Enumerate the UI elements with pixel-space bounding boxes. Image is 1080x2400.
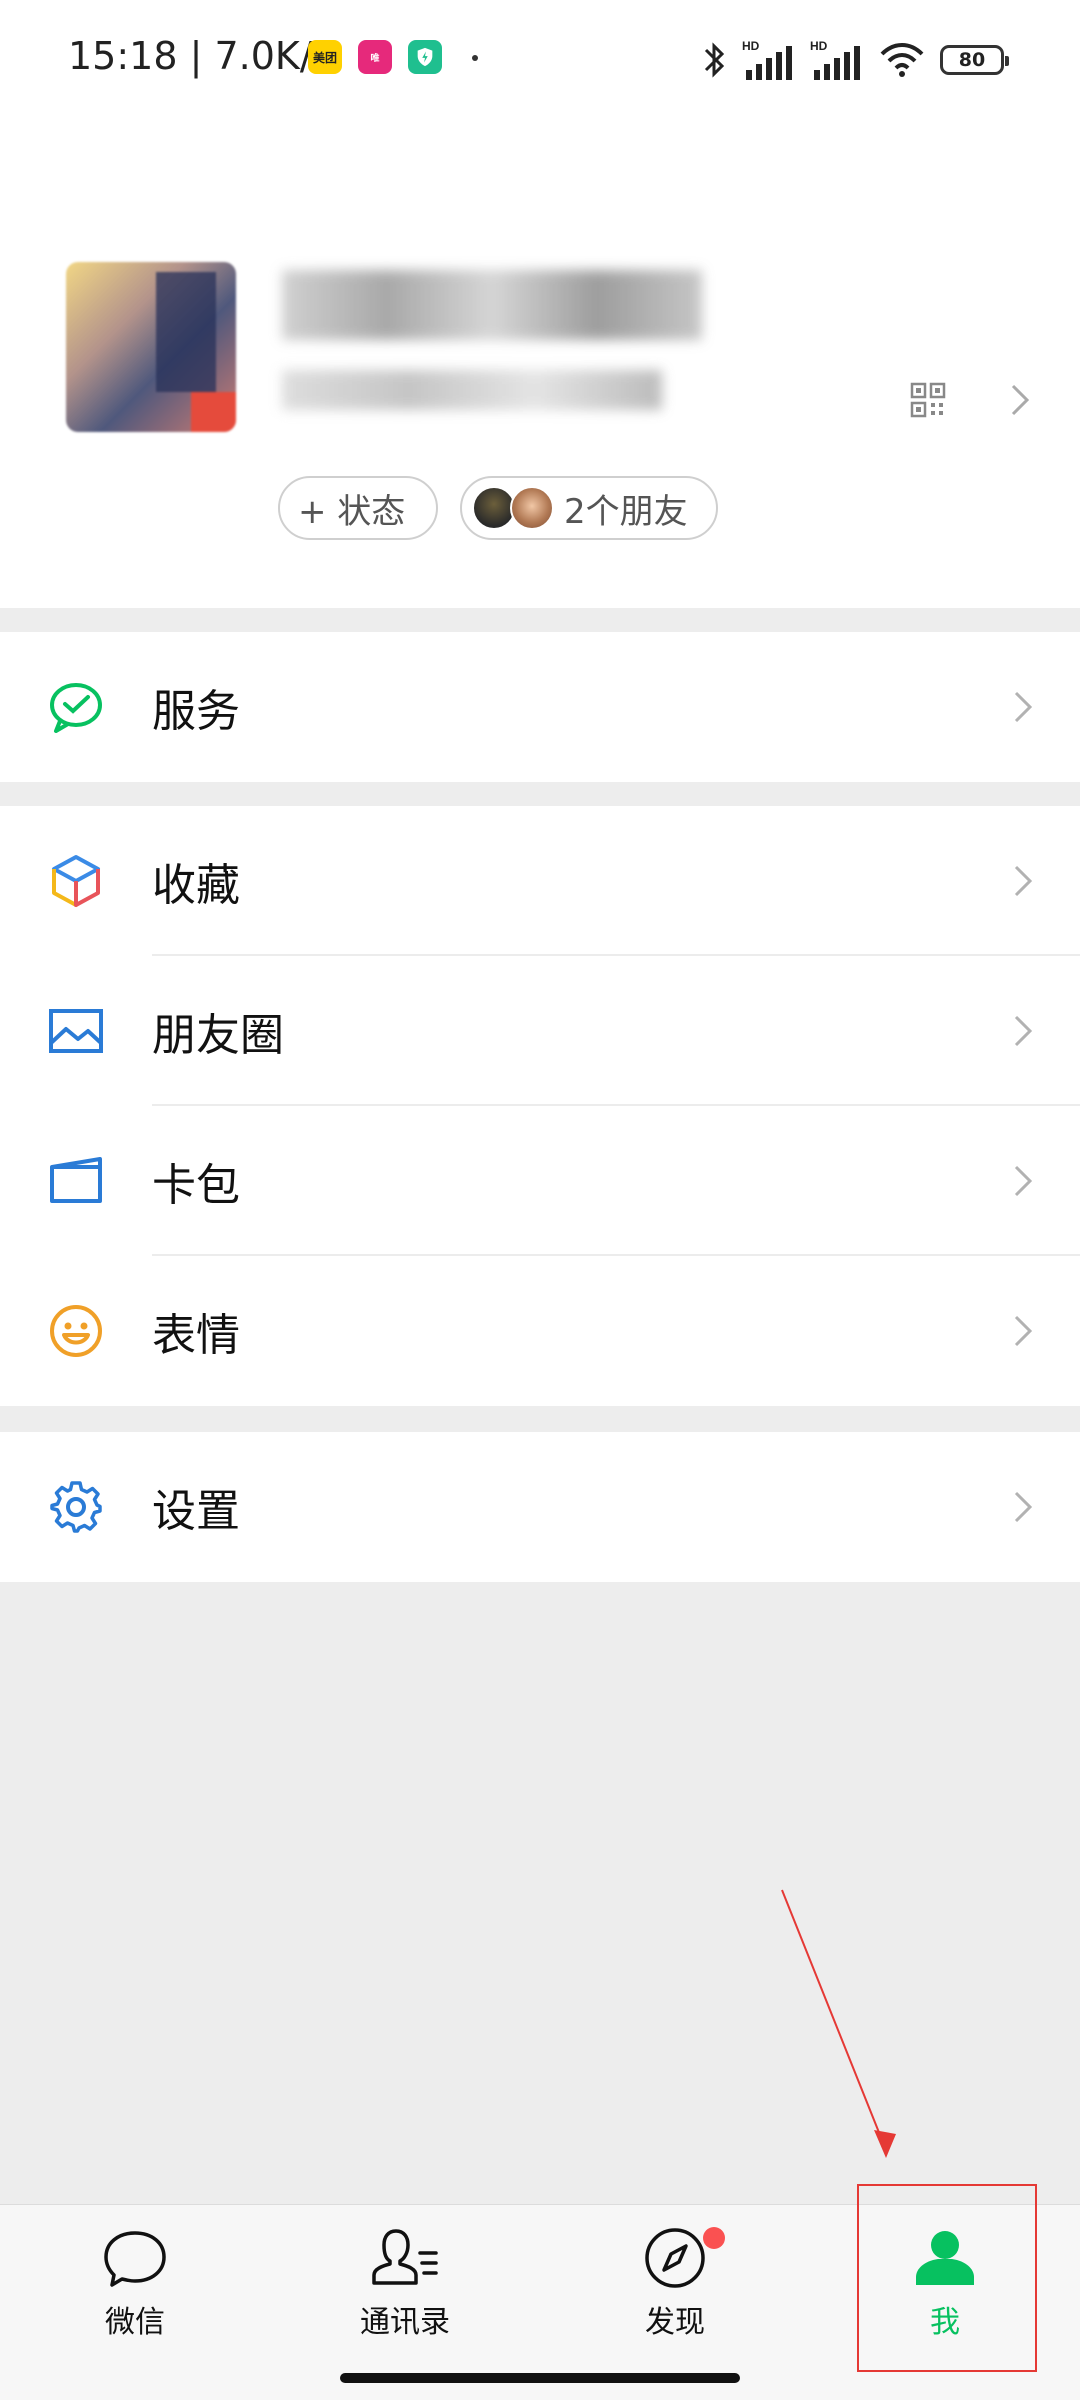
menu-item-label: 表情	[152, 1310, 240, 1361]
tab-chats[interactable]: 微信	[35, 2225, 235, 2355]
chat-bubble-icon	[104, 2231, 166, 2287]
menu-item-label: 卡包	[152, 1160, 240, 1211]
profile-header[interactable]: + 状态 2个朋友	[0, 120, 1080, 608]
chevron-right-icon	[1014, 865, 1033, 897]
status-right: HD HD 80	[700, 30, 1009, 90]
menu-item-label: 设置	[152, 1486, 240, 1537]
qr-code-icon[interactable]	[910, 382, 946, 418]
vipshop-app-icon: 唯	[358, 40, 392, 74]
meituan-app-icon: 美团	[308, 40, 342, 74]
chevron-right-icon	[1014, 1491, 1033, 1523]
signal-hd-icon: HD	[742, 39, 792, 80]
menu-item-moments[interactable]: 朋友圈	[0, 956, 1080, 1106]
service-section: 服务	[0, 632, 1080, 782]
nickname-blurred	[282, 270, 702, 340]
menu-item-settings[interactable]: 设置	[0, 1432, 1080, 1582]
status-time: 15:18 | 7.0K/s	[68, 34, 333, 78]
home-indicator[interactable]	[340, 2373, 740, 2383]
avatar[interactable]	[66, 262, 236, 432]
menu-item-favorites[interactable]: 收藏	[0, 806, 1080, 956]
svg-text:HD: HD	[810, 39, 828, 53]
friend-avatar	[510, 486, 554, 530]
main-menu-section: 收藏 朋友圈 卡包 表情	[0, 806, 1080, 1406]
menu-item-label: 服务	[152, 686, 240, 737]
contacts-icon	[372, 2229, 438, 2285]
friends-status-chip[interactable]: 2个朋友	[460, 476, 718, 540]
chevron-right-icon[interactable]	[1003, 382, 1039, 418]
friends-label: 2个朋友	[564, 491, 688, 532]
card-wallet-icon	[50, 1157, 102, 1203]
add-status-label: + 状态	[298, 491, 406, 532]
wifi-icon	[880, 43, 924, 77]
tab-label: 通讯录	[360, 2305, 450, 2340]
add-status-button[interactable]: + 状态	[278, 476, 438, 540]
tab-discover[interactable]: 发现	[575, 2225, 775, 2355]
notification-dot	[472, 55, 478, 61]
chevron-right-icon	[1014, 1315, 1033, 1347]
menu-item-service[interactable]: 服务	[0, 632, 1080, 782]
signal-hd-icon-2: HD	[810, 39, 860, 80]
discover-badge	[703, 2227, 725, 2249]
gear-icon	[50, 1481, 102, 1533]
tab-contacts[interactable]: 通讯录	[305, 2225, 505, 2355]
security-app-icon	[408, 40, 442, 74]
chevron-right-icon	[1014, 1165, 1033, 1197]
wechat-id-blurred	[282, 370, 662, 410]
annotation-highlight-box	[857, 2184, 1037, 2372]
battery-indicator: 80	[940, 45, 1009, 75]
favorites-cube-icon	[52, 855, 100, 907]
compass-icon	[645, 2228, 705, 2288]
wechat-pay-icon	[50, 683, 102, 733]
menu-item-label: 收藏	[152, 860, 240, 911]
tab-label: 微信	[105, 2305, 165, 2340]
status-bar: 15:18 | 7.0K/s 美团 唯 HD HD 80	[0, 0, 1080, 120]
menu-item-card-wallet[interactable]: 卡包	[0, 1106, 1080, 1256]
menu-item-stickers[interactable]: 表情	[0, 1256, 1080, 1406]
chevron-right-icon	[1014, 1015, 1033, 1047]
bluetooth-icon	[704, 42, 725, 78]
moments-picture-icon	[49, 1009, 103, 1053]
svg-text:HD: HD	[742, 39, 760, 53]
menu-item-label: 朋友圈	[152, 1010, 284, 1061]
tab-label: 发现	[645, 2305, 705, 2340]
chevron-right-icon	[1014, 691, 1033, 723]
smiley-icon	[50, 1305, 102, 1357]
settings-section: 设置	[0, 1432, 1080, 1582]
